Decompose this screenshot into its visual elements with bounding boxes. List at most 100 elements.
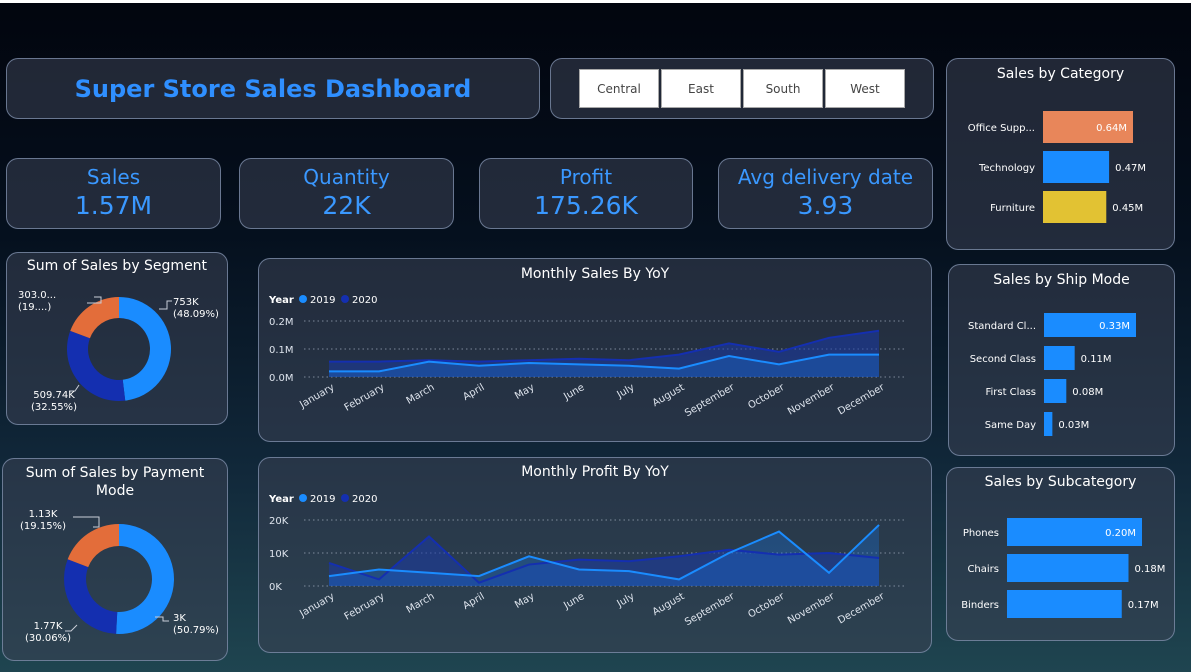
bar-category-label: First Class [985,387,1036,398]
dashboard-title: Super Store Sales Dashboard [74,74,472,103]
kpi-profit-label: Profit [559,165,613,189]
bar-data-label: 0.45M [1112,203,1143,214]
legend-swatch-2020 [341,494,349,502]
donut-data-label: 753K (48.09%) [173,297,219,320]
monthly-profit-chart[interactable]: Year 2019 2020 0K 10K 20K January February March… [259,458,933,654]
bar-data-label: 0.33M [1099,321,1130,332]
donut-data-label: 509.74K (32.55%) [31,390,77,413]
bar [1044,346,1075,370]
subcategory-bar-chart[interactable]: Phones 0.20M Chairs 0.18M Binders 0.17M [947,468,1176,642]
x-tick-label: November [786,382,837,418]
segment-donut-panel: Sum of Sales by Segment 753K (48.09%) 509.… [6,252,228,425]
x-tick-label: October [746,382,787,412]
donut-slice [116,524,175,634]
donut-slice [119,297,171,401]
x-tick-label: October [746,591,787,621]
legend-label: 2020 [352,494,377,505]
x-tick-label: November [786,591,837,627]
bar-category-label: Same Day [985,420,1036,431]
bar [1044,412,1053,436]
bar-data-label: 0.47M [1115,163,1146,174]
bar-data-label: 0.11M [1081,354,1112,365]
bar-data-label: 0.08M [1072,387,1103,398]
category-panel: Sales by Category Office Supp... 0.64M Tec… [946,58,1175,250]
legend-swatch-2020 [341,295,349,303]
x-tick-label: August [651,591,687,618]
x-tick-label: January [297,591,336,620]
monthly-sales-chart[interactable]: Year 2019 2020 0.0M 0.1M 0.2M January February M… [259,259,933,443]
legend-label: 2019 [310,295,335,306]
legend-label: 2019 [310,494,335,505]
region-slicer: Central East South West [550,58,934,119]
x-tick-label: March [405,591,437,616]
bar-category-label: Second Class [970,354,1036,365]
bar [1044,379,1067,403]
bar [1043,151,1110,183]
monthly-sales-panel: Monthly Sales By YoY Year 2019 2020 0.0M 0.1… [258,258,932,442]
monthly-profit-panel: Monthly Profit By YoY Year 2019 2020 0K 10K 2… [258,457,932,653]
bar [1043,191,1107,223]
dashboard-title-panel: Super Store Sales Dashboard [6,58,540,119]
kpi-quantity-value: 22K [322,191,371,220]
donut-data-label: 303.0... (19....) [18,290,56,313]
legend-swatch-2019 [299,295,307,303]
bar-data-label: 0.18M [1135,564,1166,575]
donut-slice [64,559,118,634]
bar-category-label: Phones [963,528,999,539]
x-tick-label: September [683,591,737,629]
x-tick-label: June [561,382,586,403]
donut-data-label: 1.77K (30.06%) [25,621,71,644]
filter-east-button[interactable]: East [661,69,741,108]
donut-data-label: 3K (50.79%) [173,613,219,636]
shipmode-panel: Sales by Ship Mode Standard Cl... 0.33M Se… [948,264,1175,456]
legend-label: 2020 [352,295,377,306]
x-tick-label: December [836,591,887,627]
y-tick-label: 0K [269,582,282,593]
bar-category-label: Office Supp... [968,123,1035,134]
payment-donut-panel: Sum of Sales by Payment Mode 3K (50.79%) 1… [2,458,228,661]
payment-donut-chart[interactable]: 3K (50.79%) 1.77K (30.06%) 1.13K (19.15%) [3,459,229,662]
filter-south-button[interactable]: South [743,69,823,108]
kpi-sales-value: 1.57M [74,191,153,220]
filter-west-button[interactable]: West [825,69,905,108]
kpi-delivery-label: Avg delivery date [737,165,914,189]
category-bar-chart[interactable]: Office Supp... 0.64M Technology 0.47M Furnit… [947,59,1176,251]
y-tick-label: 10K [269,549,289,560]
bar-category-label: Chairs [967,564,999,575]
x-tick-label: February [343,382,387,414]
shipmode-bar-chart[interactable]: Standard Cl... 0.33M Second Class 0.11M Firs… [949,265,1176,457]
y-tick-label: 20K [269,516,289,527]
x-tick-label: July [615,591,637,610]
x-tick-label: June [561,591,586,612]
bar-data-label: 0.03M [1058,420,1089,431]
donut-leader-line [73,516,100,528]
y-tick-label: 0.2M [269,317,294,328]
subcategory-panel: Sales by Subcategory Phones 0.20M Chairs 0.… [946,467,1175,641]
kpi-delivery-card: Avg delivery date 3.93 [718,158,933,229]
top-strip [0,0,1191,3]
kpi-quantity-label: Quantity [303,165,390,189]
x-tick-label: February [343,591,387,623]
kpi-profit-value: 175.26K [534,191,638,220]
legend-title: Year [268,494,294,505]
bar-data-label: 0.64M [1096,123,1127,134]
segment-donut-chart[interactable]: 753K (48.09%) 509.74K (32.55%) 303.0... (19..… [7,253,229,426]
bar-data-label: 0.20M [1105,528,1136,539]
bar [1007,554,1129,582]
kpi-sales-label: Sales [86,165,141,189]
x-tick-label: April [461,382,486,403]
kpi-profit-card: Profit 175.26K [479,158,693,229]
x-tick-label: May [513,591,536,611]
x-tick-label: September [683,382,737,420]
bar-data-label: 0.17M [1128,600,1159,611]
donut-slice [67,524,119,568]
legend-title: Year [268,295,294,306]
x-tick-label: January [297,382,336,411]
donut-leader-line [65,624,78,632]
filter-central-button[interactable]: Central [579,69,659,108]
donut-leader-line [159,300,172,310]
bar [1007,590,1122,618]
bar-category-label: Furniture [990,203,1035,214]
bar-category-label: Binders [961,600,999,611]
y-tick-label: 0.0M [269,373,294,384]
